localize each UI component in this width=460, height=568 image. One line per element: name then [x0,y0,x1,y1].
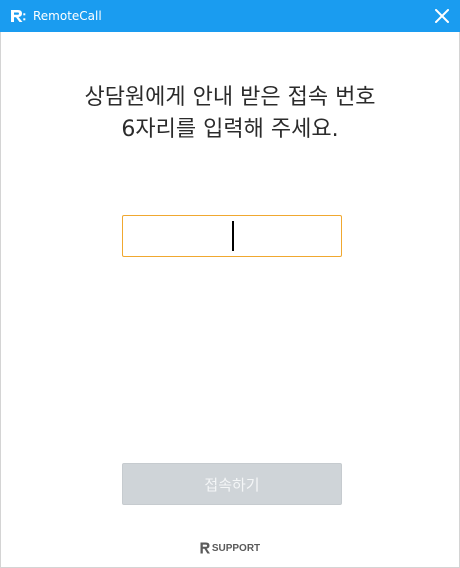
rsupport-logo: SUPPORT [1,542,459,554]
title-bar: RemoteCall [0,0,460,32]
remotecall-logo-icon [9,7,27,25]
connect-button[interactable]: 접속하기 [122,463,342,505]
brand-text: SUPPORT [211,542,261,554]
close-icon [435,9,449,23]
instruction-line-1: 상담원에게 안내 받은 접속 번호 [84,85,376,110]
rsupport-r-icon [200,542,211,554]
connect-button-label: 접속하기 [204,475,260,494]
window-title: RemoteCall [33,9,102,23]
instruction-line-2: 6자리를 입력해 주세요. [121,117,339,142]
text-caret [232,221,234,251]
instruction-text: 상담원에게 안내 받은 접속 번호 6자리를 입력해 주세요. [1,82,459,146]
remotecall-window: RemoteCall 상담원에게 안내 받은 접속 번호 6자리를 입력해 주세… [0,0,460,568]
close-button[interactable] [432,6,452,26]
connection-code-field[interactable] [122,215,342,257]
